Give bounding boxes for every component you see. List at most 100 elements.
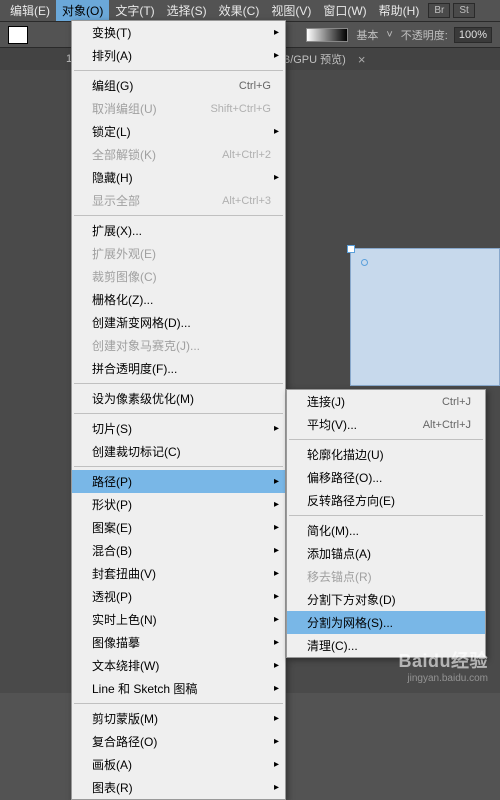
watermark: Baidu经验 jingyan.baidu.com: [398, 651, 488, 685]
path-menu-item[interactable]: 连接(J)Ctrl+J: [287, 390, 485, 413]
menu-item-label: 图案(E): [92, 519, 271, 536]
object-menu-separator: [74, 703, 283, 704]
object-menu-item: 全部解锁(K) Alt+Ctrl+2: [72, 143, 285, 166]
close-icon[interactable]: ×: [358, 52, 366, 67]
path-menu-separator: [289, 439, 483, 440]
menu-item-label: 画板(A): [92, 756, 271, 773]
menu-item-label: 锁定(L): [92, 123, 271, 140]
menu-item-label: Line 和 Sketch 图稿: [92, 680, 271, 697]
submenu-arrow-icon: ▸: [274, 782, 279, 793]
object-menu-item[interactable]: 排列(A)▸: [72, 44, 285, 67]
menu-shortcut: Shift+Ctrl+G: [210, 103, 271, 115]
menu-item-label: 封套扭曲(V): [92, 565, 271, 582]
object-menu-item[interactable]: 隐藏(H)▸: [72, 166, 285, 189]
menu-item-label: 移去锚点(R): [307, 568, 471, 585]
menu-item-label: 切片(S): [92, 420, 271, 437]
submenu-arrow-icon: ▸: [274, 172, 279, 183]
object-menu-item[interactable]: 创建渐变网格(D)...: [72, 311, 285, 334]
path-menu-item: 移去锚点(R): [287, 565, 485, 588]
menu-item-label: 设为像素级优化(M): [92, 390, 271, 407]
menu-item-label: 轮廓化描边(U): [307, 446, 471, 463]
object-menu-item[interactable]: 编组(G)Ctrl+G: [72, 74, 285, 97]
object-menu-item: 取消编组(U) Shift+Ctrl+G: [72, 97, 285, 120]
fill-swatch[interactable]: [8, 26, 28, 44]
menu-edit[interactable]: 编辑(E): [4, 0, 56, 21]
submenu-arrow-icon: ▸: [274, 499, 279, 510]
menu-window[interactable]: 窗口(W): [317, 0, 372, 21]
menu-item-label: 取消编组(U): [92, 100, 200, 117]
stock-button[interactable]: St: [453, 3, 474, 18]
object-menu-item[interactable]: 实时上色(N)▸: [72, 608, 285, 631]
object-menu-item: 扩展外观(E): [72, 242, 285, 265]
menu-shortcut: Alt+Ctrl+J: [423, 419, 471, 431]
menu-shortcut: Alt+Ctrl+2: [222, 149, 271, 161]
menu-item-label: 复合路径(O): [92, 733, 271, 750]
object-menu-item[interactable]: 文本绕排(W)▸: [72, 654, 285, 677]
object-menu-item[interactable]: 切片(S)▸: [72, 417, 285, 440]
object-menu-item[interactable]: 复合路径(O)▸: [72, 730, 285, 753]
opacity-value[interactable]: 100%: [454, 27, 492, 43]
object-menu-item[interactable]: 混合(B)▸: [72, 539, 285, 562]
menu-item-label: 全部解锁(K): [92, 146, 212, 163]
object-menu-separator: [74, 466, 283, 467]
menu-item-label: 扩展外观(E): [92, 245, 271, 262]
stroke-gradient[interactable]: [306, 28, 348, 42]
object-menu-item[interactable]: 形状(P)▸: [72, 493, 285, 516]
submenu-arrow-icon: ▸: [274, 27, 279, 38]
chevron-down-icon[interactable]: ˅: [386, 29, 392, 41]
artboard[interactable]: [350, 248, 500, 386]
path-menu-item[interactable]: 添加锚点(A): [287, 542, 485, 565]
object-menu-item[interactable]: 图案(E)▸: [72, 516, 285, 539]
object-menu-item[interactable]: 剪切蒙版(M)▸: [72, 707, 285, 730]
bridge-button[interactable]: Br: [428, 3, 450, 18]
menu-item-label: 添加锚点(A): [307, 545, 471, 562]
menu-shortcut: Alt+Ctrl+3: [222, 195, 271, 207]
object-menu-item[interactable]: 图像描摹▸: [72, 631, 285, 654]
submenu-arrow-icon: ▸: [274, 759, 279, 770]
style-label: 基本: [356, 27, 378, 43]
path-menu-item[interactable]: 简化(M)...: [287, 519, 485, 542]
menu-item-label: 反转路径方向(E): [307, 492, 471, 509]
path-menu-item[interactable]: 分割为网格(S)...: [287, 611, 485, 634]
object-menu-item[interactable]: 设为像素级优化(M): [72, 387, 285, 410]
menu-item-label: 图像描摹: [92, 634, 271, 651]
path-submenu: 连接(J)Ctrl+J 平均(V)... Alt+Ctrl+J 轮廓化描边(U) 偏移路…: [286, 389, 486, 658]
menu-item-label: 裁剪图像(C): [92, 268, 271, 285]
submenu-arrow-icon: ▸: [274, 637, 279, 648]
object-menu-item[interactable]: 创建裁切标记(C): [72, 440, 285, 463]
object-menu-item[interactable]: 画板(A)▸: [72, 753, 285, 776]
object-menu-item[interactable]: 栅格化(Z)...: [72, 288, 285, 311]
menu-item-label: 剪切蒙版(M): [92, 710, 271, 727]
object-menu-item[interactable]: 扩展(X)...: [72, 219, 285, 242]
menu-select[interactable]: 选择(S): [161, 0, 213, 21]
menu-item-label: 平均(V)...: [307, 416, 413, 433]
path-menu-item[interactable]: 偏移路径(O)...: [287, 466, 485, 489]
path-menu-item[interactable]: 平均(V)... Alt+Ctrl+J: [287, 413, 485, 436]
submenu-arrow-icon: ▸: [274, 50, 279, 61]
submenu-arrow-icon: ▸: [274, 660, 279, 671]
object-menu-item[interactable]: 锁定(L)▸: [72, 120, 285, 143]
path-menu-item[interactable]: 反转路径方向(E): [287, 489, 485, 512]
object-menu-item[interactable]: 路径(P)▸: [72, 470, 285, 493]
menu-view[interactable]: 视图(V): [265, 0, 317, 21]
menu-text[interactable]: 文字(T): [109, 0, 160, 21]
object-menu-item[interactable]: 图表(R)▸: [72, 776, 285, 799]
menu-item-label: 编组(G): [92, 77, 229, 94]
object-menu-separator: [74, 383, 283, 384]
path-menu-item[interactable]: 分割下方对象(D): [287, 588, 485, 611]
object-menu-item[interactable]: 变换(T)▸: [72, 21, 285, 44]
menu-item-label: 透视(P): [92, 588, 271, 605]
object-menu-item: 创建对象马赛克(J)...: [72, 334, 285, 357]
object-menu-item[interactable]: 拼合透明度(F)...: [72, 357, 285, 380]
path-menu-item[interactable]: 轮廓化描边(U): [287, 443, 485, 466]
menu-object[interactable]: 对象(O): [56, 0, 109, 21]
submenu-arrow-icon: ▸: [274, 476, 279, 487]
menu-item-label: 排列(A): [92, 47, 271, 64]
menu-item-label: 实时上色(N): [92, 611, 271, 628]
object-menu-item[interactable]: Line 和 Sketch 图稿▸: [72, 677, 285, 700]
center-point-icon: [361, 259, 368, 266]
object-menu-item[interactable]: 透视(P)▸: [72, 585, 285, 608]
object-menu-item[interactable]: 封套扭曲(V)▸: [72, 562, 285, 585]
menu-effect[interactable]: 效果(C): [213, 0, 266, 21]
menu-help[interactable]: 帮助(H): [373, 0, 426, 21]
